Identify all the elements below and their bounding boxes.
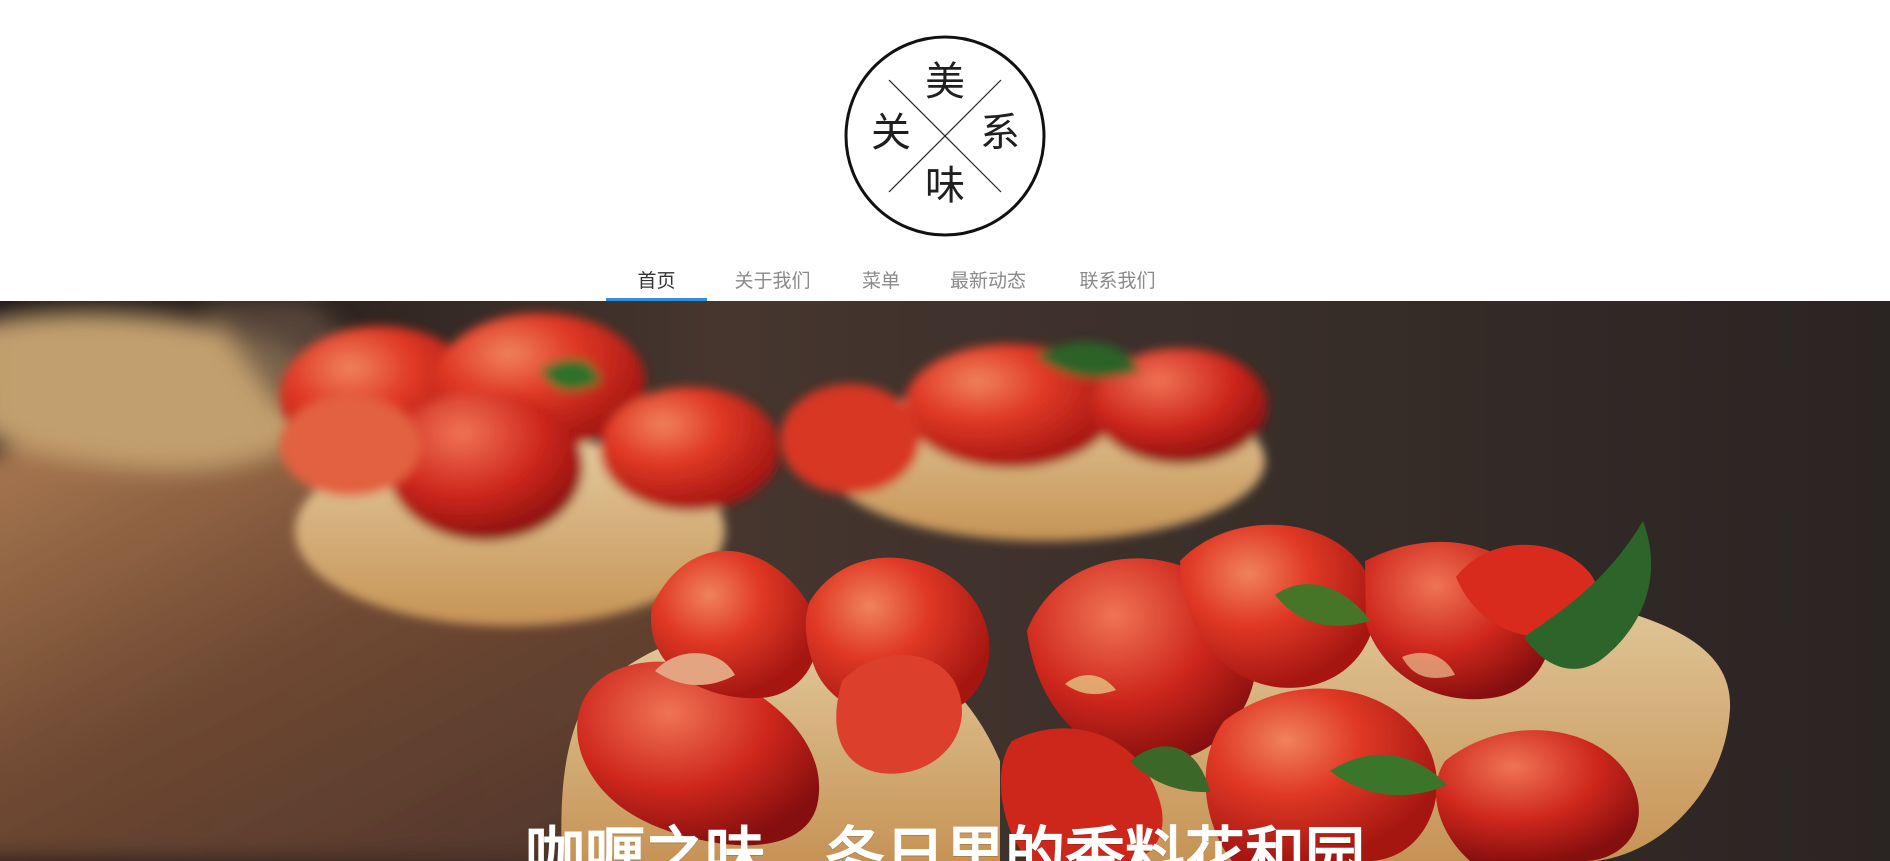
nav-item-contact-us[interactable]: 联系我们 — [1052, 268, 1183, 301]
nav-item-menu[interactable]: 菜单 — [838, 268, 924, 301]
logo-char-left: 关 — [871, 110, 911, 156]
nav-item-about-us[interactable]: 关于我们 — [707, 268, 838, 301]
nav-item-news[interactable]: 最新动态 — [924, 268, 1052, 301]
logo-char-bottom: 味 — [925, 163, 965, 209]
logo-char-right: 系 — [980, 110, 1020, 156]
hero-food-image — [0, 301, 1890, 861]
site-header: 美 关 系 味 首页 关于我们 菜单 最新动态 联系我们 — [0, 0, 1890, 301]
logo-char-top: 美 — [925, 59, 965, 105]
main-navigation: 首页 关于我们 菜单 最新动态 联系我们 — [606, 268, 1183, 301]
hero-banner: 咖喱之味，冬日里的香料花和园 — [0, 301, 1890, 861]
site-logo[interactable]: 美 关 系 味 — [844, 35, 1046, 237]
logo-circle-icon: 美 关 系 味 — [844, 35, 1046, 237]
nav-item-home[interactable]: 首页 — [606, 268, 707, 301]
page-root: 美 关 系 味 首页 关于我们 菜单 最新动态 联系我们 咖喱之味，冬日里的香料… — [0, 0, 1890, 861]
hero-title: 咖喱之味，冬日里的香料花和园 — [525, 821, 1365, 861]
